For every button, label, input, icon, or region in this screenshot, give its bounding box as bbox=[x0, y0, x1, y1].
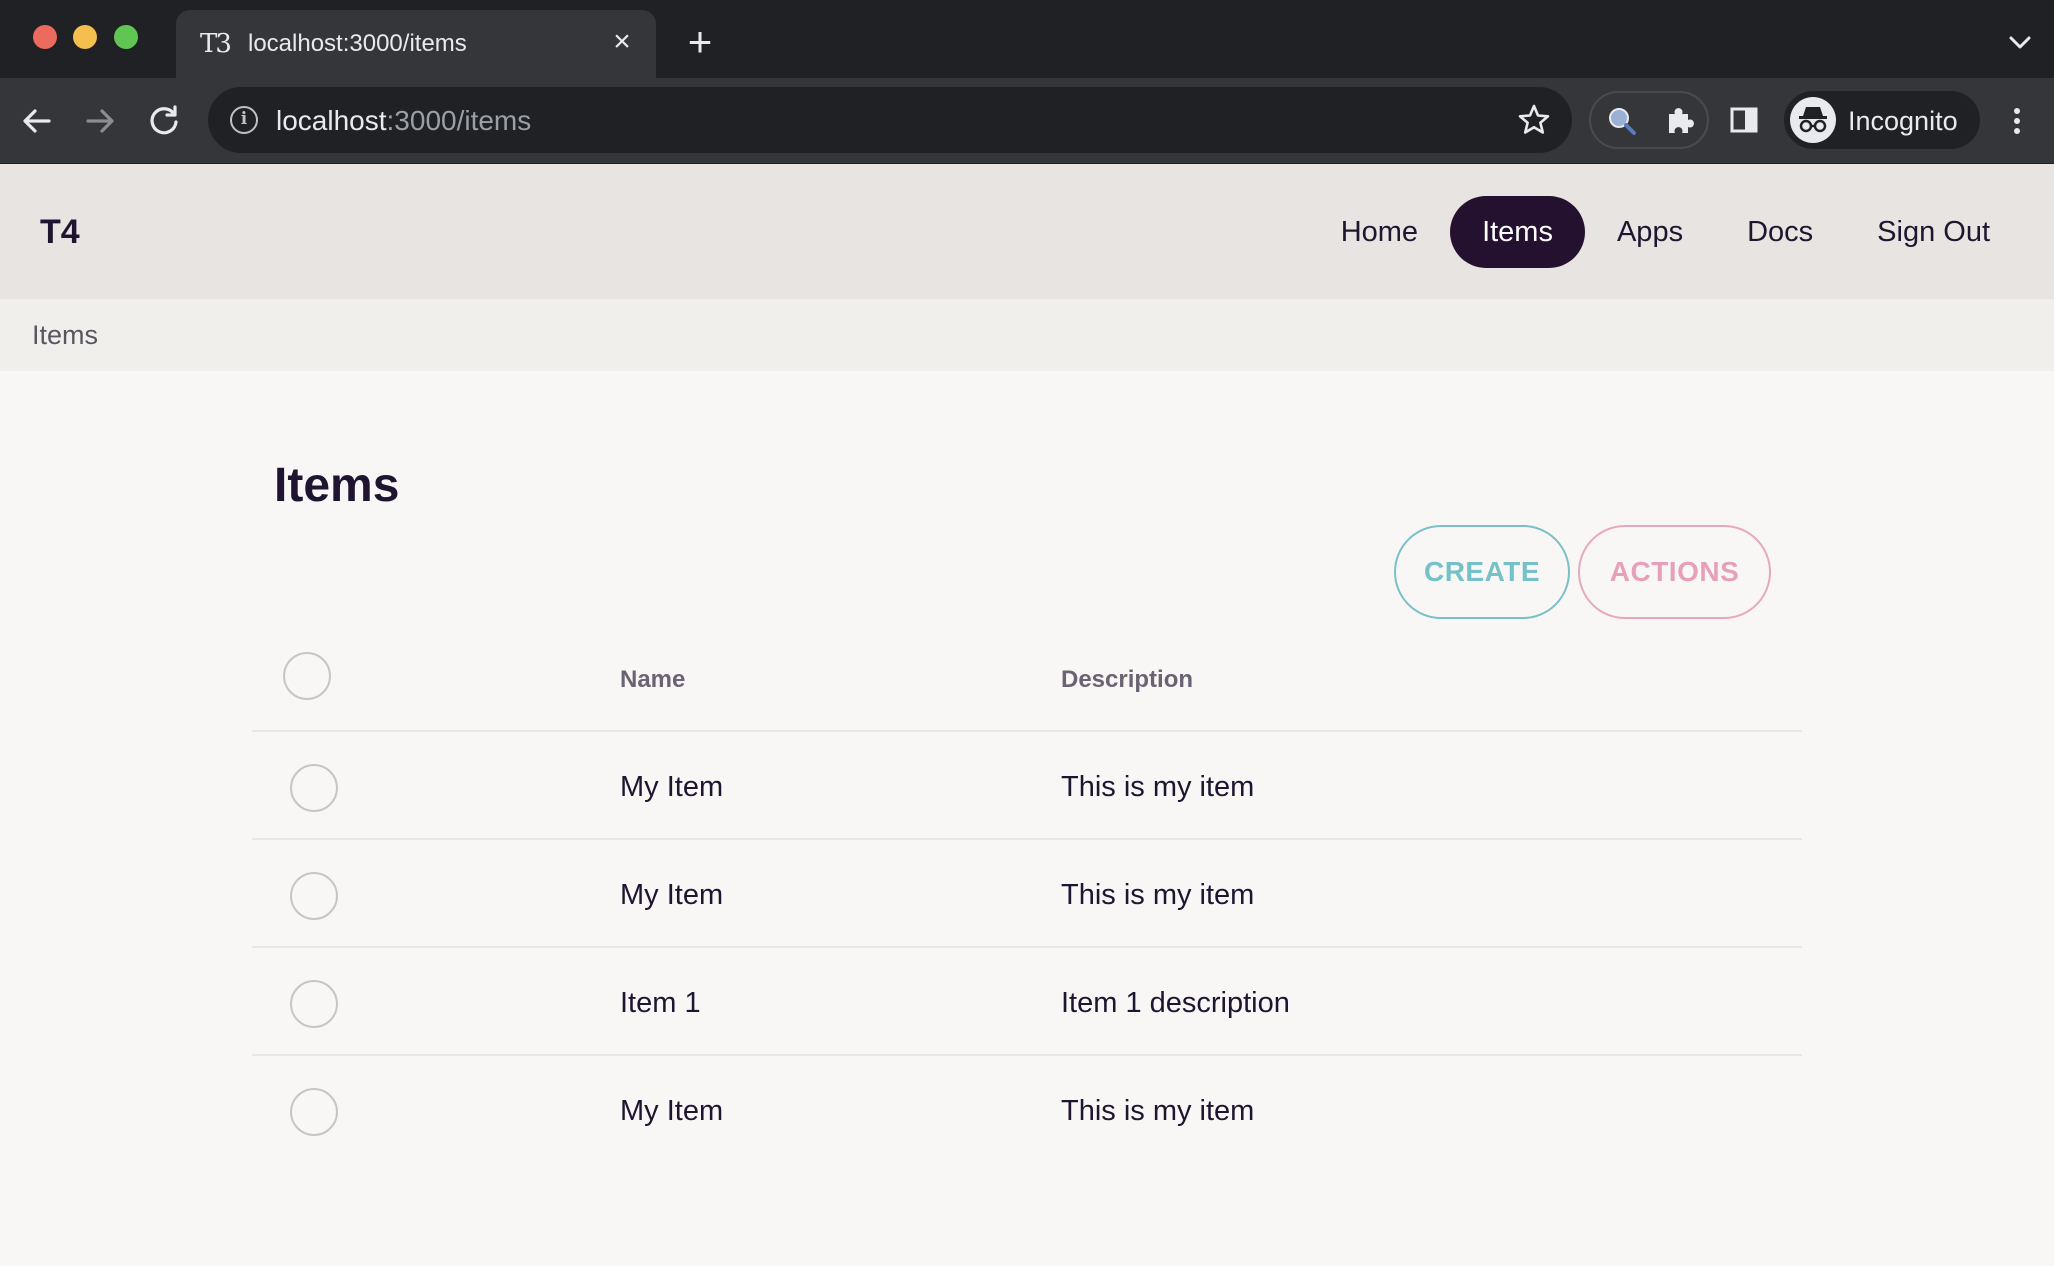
items-table: Name Description My Item This is my item… bbox=[252, 624, 1802, 1164]
row-checkbox[interactable] bbox=[290, 764, 338, 812]
row-checkbox[interactable] bbox=[290, 872, 338, 920]
table-row[interactable]: My Item This is my item bbox=[252, 732, 1802, 840]
profile-label: Incognito bbox=[1848, 106, 1958, 136]
kebab-menu-icon[interactable] bbox=[2000, 103, 2034, 139]
create-button[interactable]: CREATE bbox=[1394, 525, 1570, 619]
row-checkbox[interactable] bbox=[290, 980, 338, 1028]
item-name: Item 1 bbox=[620, 987, 701, 1019]
reload-icon[interactable] bbox=[143, 100, 185, 142]
lens-icon[interactable] bbox=[1605, 104, 1639, 138]
item-description: This is my item bbox=[1061, 771, 1255, 803]
item-name: My Item bbox=[620, 879, 724, 911]
maximize-window-button[interactable] bbox=[114, 25, 138, 49]
nav-home[interactable]: Home bbox=[1309, 196, 1450, 268]
brand-logo[interactable]: T4 bbox=[40, 212, 80, 252]
item-name: My Item bbox=[620, 771, 724, 803]
forward-arrow-icon[interactable] bbox=[79, 100, 121, 142]
page-title: Items bbox=[274, 459, 400, 512]
row-checkbox[interactable] bbox=[290, 1088, 338, 1136]
table-row[interactable]: My Item This is my item bbox=[252, 840, 1802, 948]
chevron-down-icon[interactable] bbox=[2002, 24, 2038, 60]
item-name: My Item bbox=[620, 1095, 724, 1127]
plus-icon[interactable]: + bbox=[680, 21, 720, 63]
breadcrumb[interactable]: Items bbox=[32, 319, 98, 351]
url-text[interactable]: localhost:3000/items bbox=[276, 105, 531, 137]
table-row[interactable]: Item 1 Item 1 description bbox=[252, 948, 1802, 1056]
browser-tab-bar: T3 localhost:3000/items × + bbox=[0, 0, 2054, 78]
extensions-group bbox=[1589, 91, 1709, 149]
info-icon[interactable]: i bbox=[230, 106, 258, 134]
star-icon[interactable] bbox=[1516, 102, 1552, 138]
back-arrow-icon[interactable] bbox=[16, 100, 58, 142]
app-header: T4 Home Items Apps Docs Sign Out bbox=[0, 164, 2054, 299]
nav-items[interactable]: Items bbox=[1450, 196, 1585, 268]
column-header-name[interactable]: Name bbox=[620, 666, 685, 694]
main-nav: Home Items Apps Docs Sign Out bbox=[1309, 196, 2022, 268]
tab-title: localhost:3000/items bbox=[248, 30, 467, 57]
favicon-icon: T3 bbox=[200, 29, 232, 59]
nav-docs[interactable]: Docs bbox=[1715, 196, 1845, 268]
item-description: This is my item bbox=[1061, 1095, 1255, 1127]
incognito-icon bbox=[1790, 97, 1836, 143]
close-icon[interactable]: × bbox=[606, 26, 638, 58]
table-row[interactable]: My Item This is my item bbox=[252, 1056, 1802, 1164]
item-description: Item 1 description bbox=[1061, 987, 1290, 1019]
browser-tab[interactable]: T3 localhost:3000/items × bbox=[176, 10, 656, 78]
profile-button[interactable]: Incognito bbox=[1784, 91, 1980, 149]
minimize-window-button[interactable] bbox=[73, 25, 97, 49]
puzzle-icon[interactable] bbox=[1663, 104, 1697, 138]
item-description: This is my item bbox=[1061, 879, 1255, 911]
column-header-description[interactable]: Description bbox=[1061, 666, 1193, 694]
address-bar[interactable]: i localhost:3000/items bbox=[208, 87, 1572, 153]
side-panel-icon[interactable] bbox=[1727, 103, 1761, 137]
breadcrumb-bar: Items bbox=[0, 299, 2054, 371]
nav-sign-out[interactable]: Sign Out bbox=[1845, 196, 2022, 268]
browser-toolbar: i localhost:3000/items Incognito bbox=[0, 78, 2054, 164]
select-all-checkbox[interactable] bbox=[283, 652, 331, 700]
actions-button[interactable]: ACTIONS bbox=[1578, 525, 1771, 619]
nav-apps[interactable]: Apps bbox=[1585, 196, 1715, 268]
table-header-row: Name Description bbox=[252, 624, 1802, 732]
close-window-button[interactable] bbox=[33, 25, 57, 49]
